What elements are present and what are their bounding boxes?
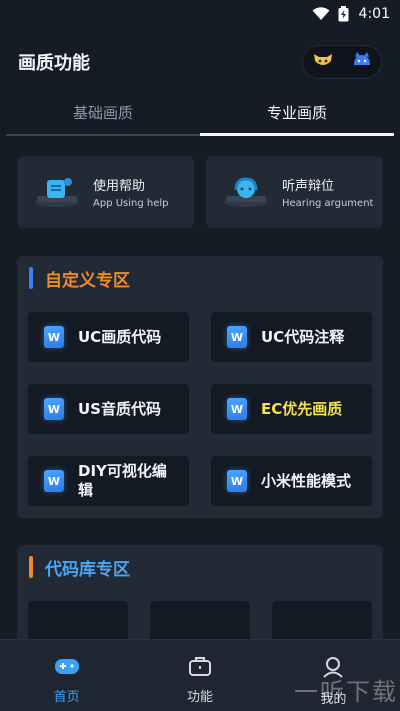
grid-label: 小米性能模式 <box>261 471 352 490</box>
header-capsule <box>302 45 382 79</box>
tab-pro-quality[interactable]: 专业画质 <box>200 96 394 136</box>
word-doc-icon: W <box>227 326 247 348</box>
cat-mascot-button[interactable] <box>347 47 377 77</box>
custom-section: 自定义专区 W UC画质代码 W UC代码注释 W US音质代码 W EC优先画… <box>17 256 383 518</box>
word-doc-icon: W <box>44 398 64 420</box>
tab-basic-quality[interactable]: 基础画质 <box>6 96 200 136</box>
headset-icon <box>220 174 272 210</box>
xiaomi-performance-mode-button[interactable]: W 小米性能模式 <box>211 456 372 506</box>
help-subtitle-hearing: Hearing argument <box>282 198 374 209</box>
section-marker <box>29 556 33 578</box>
custom-section-title: 自定义专区 <box>45 270 130 291</box>
section-marker <box>29 267 33 289</box>
gamepad-icon <box>54 656 80 680</box>
briefcase-icon <box>188 656 212 680</box>
ec-priority-quality-button[interactable]: W EC优先画质 <box>211 384 372 434</box>
word-doc-icon: W <box>44 326 64 348</box>
us-sound-code-button[interactable]: W US音质代码 <box>28 384 189 434</box>
page-title: 画质功能 <box>18 53 90 74</box>
help-title-usage: 使用帮助 <box>93 179 146 194</box>
watermark: 一听下载 <box>294 678 398 706</box>
word-doc-icon: W <box>44 470 64 492</box>
help-title-hearing: 听声辩位 <box>282 179 335 194</box>
monitor-icon <box>31 174 83 210</box>
quality-tabs: 基础画质 专业画质 <box>6 96 394 136</box>
grid-label: UC代码注释 <box>261 327 345 346</box>
grid-label: EC优先画质 <box>261 399 343 418</box>
status-bar: 4:01 <box>0 0 400 28</box>
help-card-hearing[interactable]: 听声辩位 Hearing argument <box>206 156 383 228</box>
nav-label: 首页 <box>53 690 80 705</box>
grid-label: DIY可视化编辑 <box>78 462 167 499</box>
help-card-usage[interactable]: 使用帮助 App Using help <box>17 156 194 228</box>
grid-label: US音质代码 <box>78 399 161 418</box>
fox-icon <box>312 51 334 73</box>
diy-visual-edit-button[interactable]: W DIY可视化编辑 <box>28 456 189 506</box>
nav-label: 功能 <box>186 690 213 705</box>
help-subtitle-usage: App Using help <box>93 198 169 209</box>
nav-home[interactable]: 首页 <box>0 640 133 711</box>
uc-quality-code-button[interactable]: W UC画质代码 <box>28 312 189 362</box>
nav-functions[interactable]: 功能 <box>133 640 266 711</box>
cat-icon <box>351 51 373 73</box>
grid-label: UC画质代码 <box>78 327 162 346</box>
word-doc-icon: W <box>227 470 247 492</box>
clock: 4:01 <box>358 6 390 22</box>
battery-icon <box>338 6 349 22</box>
word-doc-icon: W <box>227 398 247 420</box>
header: 画质功能 <box>18 44 382 80</box>
library-section-title: 代码库专区 <box>45 559 130 580</box>
help-cards: 使用帮助 App Using help 听声辩位 Hearing argumen… <box>17 156 383 228</box>
uc-code-notes-button[interactable]: W UC代码注释 <box>211 312 372 362</box>
wifi-icon <box>312 7 330 21</box>
custom-grid: W UC画质代码 W UC代码注释 W US音质代码 W EC优先画质 W DI… <box>28 312 372 506</box>
fox-mascot-button[interactable] <box>308 47 338 77</box>
